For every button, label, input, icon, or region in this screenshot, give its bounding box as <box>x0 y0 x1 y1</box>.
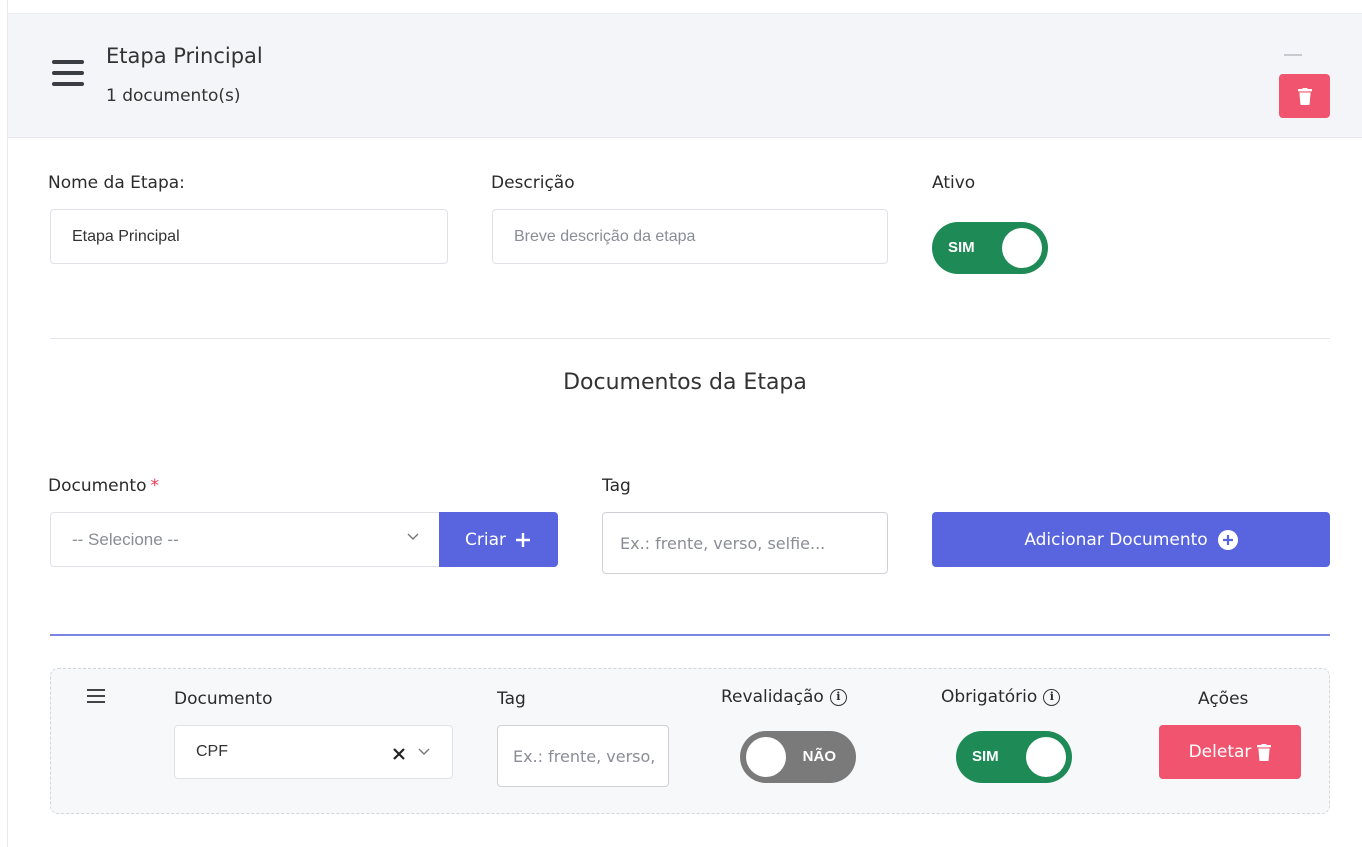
required-header-text: Obrigatório <box>941 687 1038 707</box>
drag-handle-icon[interactable] <box>52 58 84 90</box>
toggle-knob <box>1002 228 1042 268</box>
row-tag-input[interactable]: Ex.: frente, verso, <box>497 725 669 787</box>
row-drag-handle-icon[interactable] <box>87 689 105 703</box>
trash-icon <box>1257 743 1272 761</box>
create-document-button[interactable]: Criar <box>439 512 558 567</box>
add-document-label: Adicionar Documento <box>1024 529 1208 550</box>
trash-icon <box>1297 87 1312 105</box>
page-left-edge <box>0 0 8 847</box>
add-document-button[interactable]: Adicionar Documento <box>932 512 1330 567</box>
plus-icon <box>516 532 530 547</box>
minus-icon[interactable] <box>1284 54 1302 56</box>
toggle-knob <box>746 737 786 777</box>
col-header-actions: Ações <box>1198 689 1249 709</box>
col-header-revalidation: Revalidação i <box>721 687 847 707</box>
document-select-value: -- Selecione -- <box>72 529 179 549</box>
chevron-down-icon <box>407 533 419 540</box>
stage-document-count: 1 documento(s) <box>106 86 241 106</box>
col-header-document: Documento <box>174 689 273 709</box>
delete-stage-button[interactable] <box>1279 74 1330 118</box>
document-label: Documento * <box>48 476 159 496</box>
description-label: Descrição <box>491 173 575 193</box>
row-document-value: CPF <box>196 743 228 760</box>
document-label-text: Documento <box>48 476 147 496</box>
revalidation-toggle[interactable]: NÃO <box>740 731 856 783</box>
col-header-tag: Tag <box>497 689 526 709</box>
document-select[interactable]: -- Selecione -- <box>50 512 440 567</box>
tag-label: Tag <box>602 476 631 496</box>
stage-title: Etapa Principal <box>106 44 263 68</box>
delete-document-button[interactable]: Deletar <box>1159 725 1301 779</box>
stage-name-input[interactable]: Etapa Principal <box>50 209 448 264</box>
description-input[interactable]: Breve descrição da etapa <box>492 209 888 264</box>
col-header-required: Obrigatório i <box>941 687 1061 707</box>
required-asterisk: * <box>150 476 159 496</box>
active-toggle-label: SIM <box>948 239 975 256</box>
revalidation-toggle-label: NÃO <box>802 748 836 765</box>
stage-card: Etapa Principal 1 documento(s) Nome da E… <box>8 13 1362 847</box>
delete-button-label: Deletar <box>1188 742 1252 762</box>
plus-circle-icon <box>1217 529 1238 550</box>
document-row: Documento CPF Tag Ex.: frente, verso, Re… <box>50 668 1330 814</box>
row-document-select[interactable]: CPF <box>174 725 453 779</box>
info-icon[interactable]: i <box>1043 688 1061 706</box>
required-toggle-label: SIM <box>972 748 999 765</box>
required-toggle[interactable]: SIM <box>956 731 1072 783</box>
documents-section-title: Documentos da Etapa <box>563 370 807 395</box>
stage-header: Etapa Principal 1 documento(s) <box>8 13 1362 138</box>
section-divider <box>50 338 1330 339</box>
toggle-knob <box>1026 737 1066 777</box>
create-button-label: Criar <box>465 529 506 550</box>
revalidation-header-text: Revalidação <box>721 687 824 707</box>
active-toggle[interactable]: SIM <box>932 222 1048 274</box>
info-icon[interactable]: i <box>829 688 847 706</box>
tag-input[interactable]: Ex.: frente, verso, selfie... <box>602 512 888 574</box>
documents-list-divider <box>50 634 1330 636</box>
clear-icon[interactable] <box>393 748 405 760</box>
stage-name-label: Nome da Etapa: <box>48 173 185 193</box>
chevron-down-icon <box>418 748 430 755</box>
active-label: Ativo <box>932 173 976 193</box>
